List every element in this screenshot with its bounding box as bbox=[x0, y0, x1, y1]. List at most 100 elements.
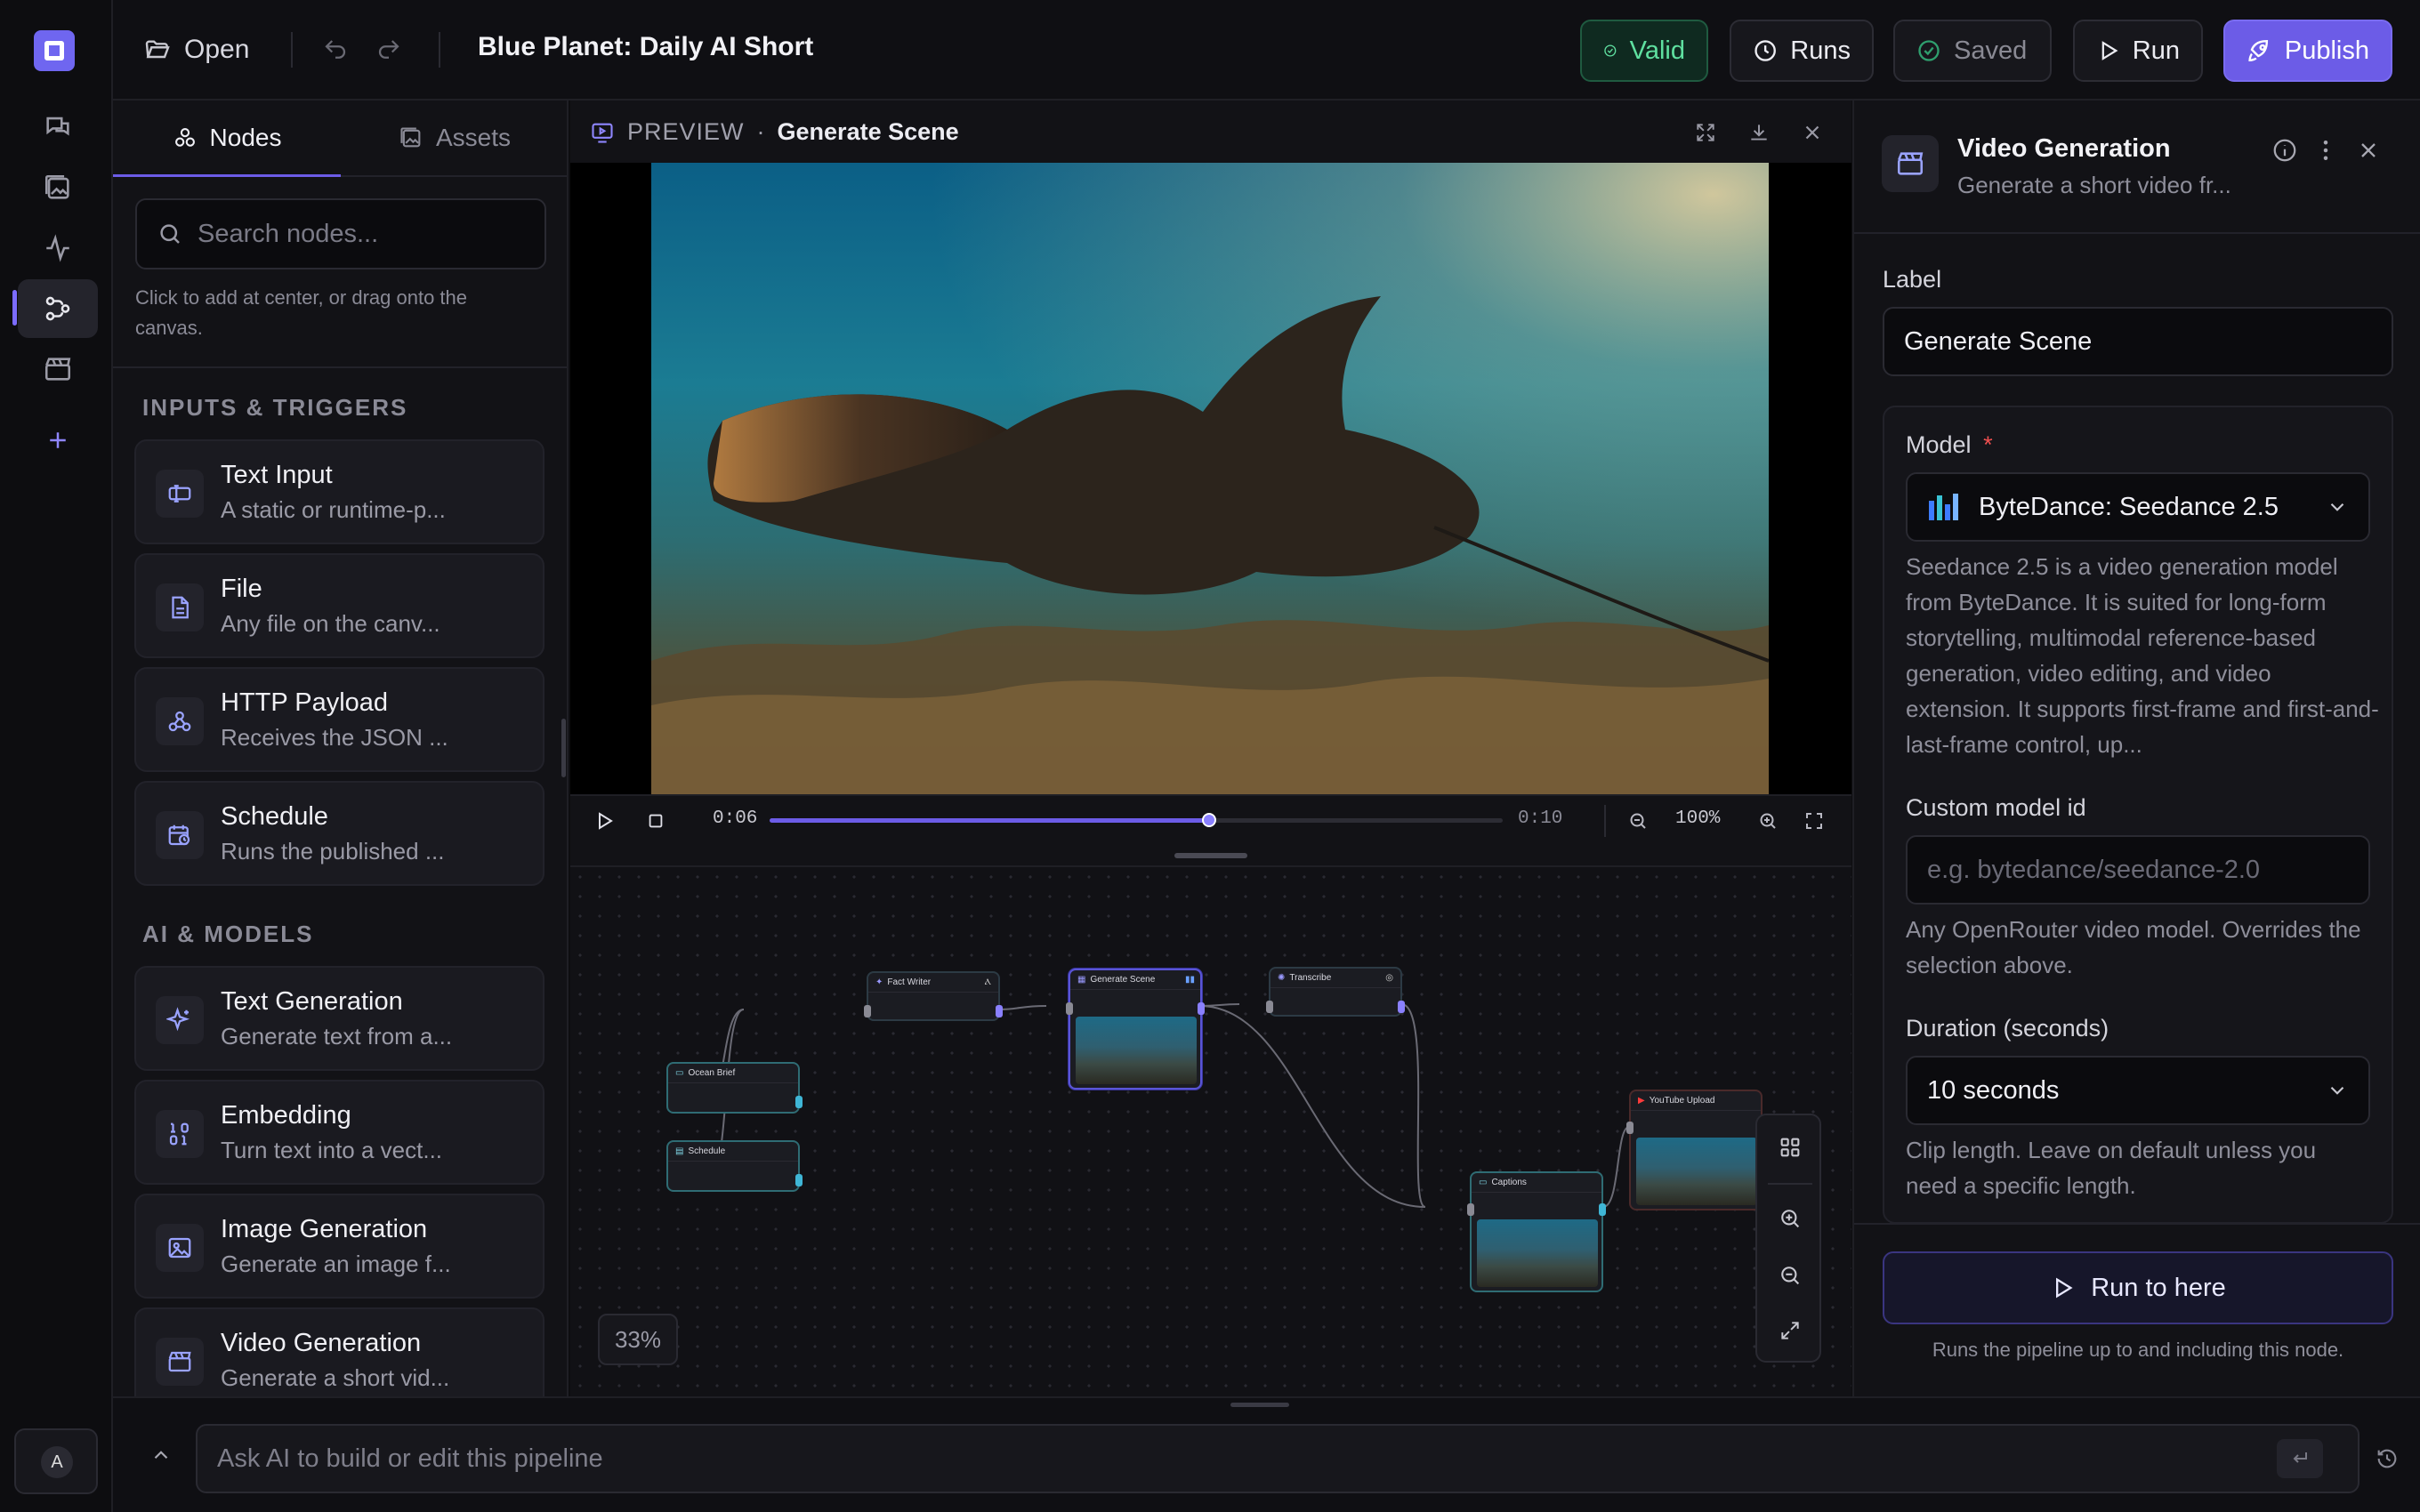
node-transcribe[interactable]: ✺ Transcribe ◎ bbox=[1266, 967, 1405, 1017]
ask-ai-input[interactable]: Ask AI to build or edit this pipeline bbox=[196, 1424, 2360, 1493]
more-vertical-icon[interactable] bbox=[2310, 134, 2342, 166]
send-icon[interactable] bbox=[2277, 1439, 2323, 1478]
output-port[interactable] bbox=[1398, 1001, 1405, 1013]
close-icon[interactable] bbox=[2352, 134, 2384, 166]
canvas-toolbar bbox=[1755, 1114, 1821, 1363]
scrollbar[interactable] bbox=[561, 719, 566, 777]
node-video-thumbnail[interactable] bbox=[1636, 1138, 1757, 1205]
divider bbox=[1604, 805, 1606, 837]
node-title: Transcribe bbox=[1289, 973, 1332, 983]
play-icon[interactable] bbox=[590, 807, 618, 835]
search-input[interactable]: Search nodes... bbox=[135, 198, 546, 269]
workflow-icon[interactable] bbox=[18, 279, 98, 338]
card-title: Schedule bbox=[221, 802, 328, 831]
run-to-here-button[interactable]: Run to here bbox=[1883, 1251, 2393, 1324]
node-schedule[interactable]: ▤ Schedule bbox=[666, 1140, 803, 1192]
node-card-video-generation[interactable]: Video Generation Generate a short vid... bbox=[134, 1307, 544, 1396]
top-bar: Open Blue Planet: Daily AI Short Valid R… bbox=[113, 0, 2420, 101]
split-handle[interactable] bbox=[570, 844, 1851, 867]
progress-handle[interactable] bbox=[1202, 813, 1217, 827]
duration-select[interactable]: 10 seconds bbox=[1906, 1056, 2370, 1125]
input-port[interactable] bbox=[1066, 1002, 1073, 1015]
pipeline-canvas[interactable]: ▭ Ocean Brief ▤ Schedule ✦ Fact Writer Ⲁ ▦ Ge… bbox=[570, 867, 1851, 1396]
pipeline-title: Blue Planet: Daily AI Short bbox=[478, 32, 814, 61]
plus-icon[interactable] bbox=[18, 411, 98, 470]
drag-grip[interactable] bbox=[1230, 1403, 1289, 1407]
publish-button[interactable]: Publish bbox=[2223, 20, 2392, 82]
stop-icon[interactable] bbox=[641, 807, 670, 835]
node-captions[interactable]: ▭ Captions bbox=[1467, 1171, 1606, 1292]
input-port[interactable] bbox=[1626, 1122, 1634, 1134]
output-port[interactable] bbox=[996, 1005, 1003, 1017]
inspector-subtitle: Generate a short video fr... bbox=[1957, 172, 2231, 198]
check-circle-icon bbox=[1604, 44, 1617, 57]
progress-track[interactable] bbox=[770, 813, 1503, 827]
fit-view-icon[interactable] bbox=[1772, 1313, 1808, 1348]
app-logo[interactable] bbox=[34, 30, 75, 71]
node-generate-scene[interactable]: ▦ Generate Scene ▮▮ bbox=[1066, 969, 1205, 1090]
publish-label: Publish bbox=[2284, 36, 2369, 65]
run-button[interactable]: Run bbox=[2073, 20, 2203, 82]
download-icon[interactable] bbox=[1743, 117, 1775, 149]
node-card-http-payload[interactable]: HTTP Payload Receives the JSON ... bbox=[134, 667, 544, 772]
node-card-text-generation[interactable]: Text Generation Generate text from a... bbox=[134, 966, 544, 1071]
fullscreen-icon[interactable] bbox=[1800, 807, 1828, 835]
tab-nodes[interactable]: Nodes bbox=[113, 101, 341, 177]
node-video-thumbnail[interactable] bbox=[1076, 1017, 1197, 1084]
history-icon[interactable] bbox=[2369, 1441, 2405, 1476]
monitor-play-icon bbox=[592, 123, 613, 143]
zoom-in-icon[interactable] bbox=[1754, 807, 1782, 835]
model-field-label: Model * bbox=[1906, 431, 1993, 459]
activity-icon[interactable] bbox=[18, 219, 98, 277]
chat-icon[interactable] bbox=[18, 98, 98, 157]
canvas-zoom-level: 33% bbox=[598, 1314, 678, 1365]
clapper-icon[interactable] bbox=[18, 340, 98, 398]
tab-assets[interactable]: Assets bbox=[341, 101, 567, 177]
output-port[interactable] bbox=[795, 1096, 803, 1108]
output-port[interactable] bbox=[795, 1174, 803, 1186]
info-icon[interactable] bbox=[2269, 134, 2301, 166]
input-port[interactable] bbox=[1467, 1203, 1474, 1216]
gallery-icon[interactable] bbox=[18, 158, 98, 217]
redo-icon[interactable] bbox=[371, 34, 407, 66]
runs-button[interactable]: Runs bbox=[1730, 20, 1874, 82]
zoom-out-icon[interactable] bbox=[1624, 807, 1652, 835]
node-fact-writer[interactable]: ✦ Fact Writer Ⲁ bbox=[864, 971, 1003, 1021]
card-desc: Generate a short vid... bbox=[221, 1364, 450, 1391]
expand-icon[interactable] bbox=[1690, 117, 1722, 149]
valid-badge[interactable]: Valid bbox=[1580, 20, 1708, 82]
output-port[interactable] bbox=[1599, 1203, 1606, 1216]
video-frame bbox=[651, 163, 1769, 794]
zoom-out-icon[interactable] bbox=[1772, 1258, 1808, 1293]
node-ocean-brief[interactable]: ▭ Ocean Brief bbox=[666, 1062, 803, 1114]
undo-icon[interactable] bbox=[318, 34, 353, 66]
zoom-in-icon[interactable] bbox=[1772, 1201, 1808, 1236]
custom-model-input[interactable]: e.g. bytedance/seedance-2.0 bbox=[1906, 835, 2370, 905]
video-player[interactable] bbox=[570, 163, 1851, 794]
node-card-image-generation[interactable]: Image Generation Generate an image f... bbox=[134, 1194, 544, 1299]
node-video-thumbnail[interactable] bbox=[1477, 1219, 1598, 1287]
node-youtube-upload[interactable]: ▶ YouTube Upload bbox=[1626, 1090, 1763, 1210]
drag-grip[interactable] bbox=[1174, 853, 1247, 858]
divider bbox=[1854, 232, 2420, 234]
model-value: ByteDance: Seedance 2.5 bbox=[1979, 492, 2279, 521]
node-card-schedule[interactable]: Schedule Runs the published ... bbox=[134, 781, 544, 886]
input-port[interactable] bbox=[1266, 1001, 1273, 1013]
input-port[interactable] bbox=[864, 1005, 871, 1017]
progress-fill bbox=[770, 818, 1210, 823]
divider bbox=[113, 366, 567, 368]
open-button[interactable]: Open bbox=[143, 27, 249, 73]
model-select[interactable]: ByteDance: Seedance 2.5 bbox=[1906, 472, 2370, 542]
sparkles-icon bbox=[156, 996, 204, 1044]
user-menu[interactable]: A bbox=[14, 1428, 98, 1494]
close-icon[interactable] bbox=[1796, 117, 1828, 149]
output-port[interactable] bbox=[1198, 1002, 1205, 1015]
node-card-text-input[interactable]: Text Input A static or runtime-p... bbox=[134, 439, 544, 544]
grid-icon[interactable] bbox=[1772, 1130, 1808, 1165]
chevron-up-icon[interactable] bbox=[143, 1437, 179, 1473]
card-desc: Generate an image f... bbox=[221, 1251, 451, 1277]
edge bbox=[1400, 1003, 1426, 1208]
node-card-embedding[interactable]: Embedding Turn text into a vect... bbox=[134, 1080, 544, 1185]
node-card-file[interactable]: File Any file on the canv... bbox=[134, 553, 544, 658]
label-input[interactable]: Generate Scene bbox=[1883, 307, 2393, 376]
